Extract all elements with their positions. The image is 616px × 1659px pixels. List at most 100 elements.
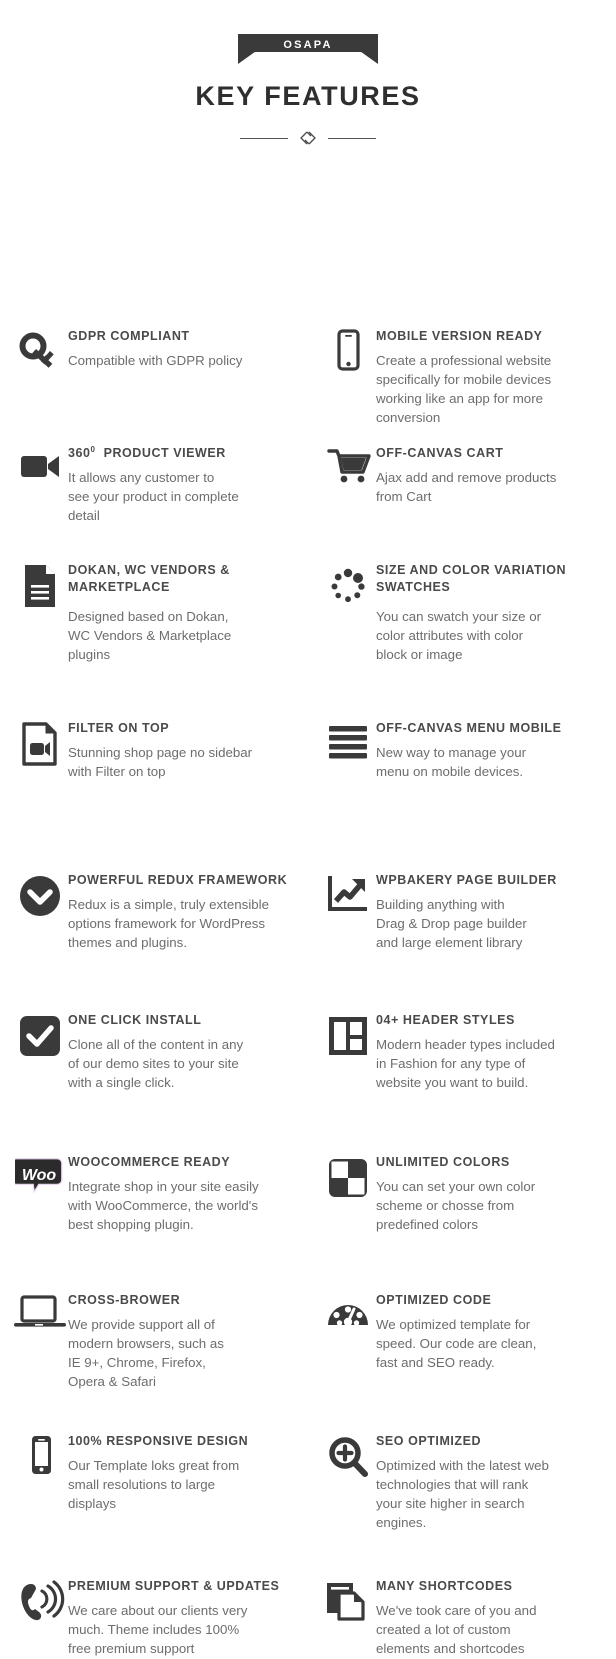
feature-description: It allows any customer to see your produ…	[68, 469, 239, 526]
desc-line: Our Template loks great from	[68, 1457, 240, 1473]
hamburger-menu-icon	[320, 719, 376, 782]
feature-title: ONE CLICK INSTALL	[68, 1013, 202, 1027]
svg-text:Woo: Woo	[22, 1167, 57, 1184]
desc-line: menu on mobile devices.	[376, 763, 524, 779]
laptop-icon	[12, 1291, 68, 1391]
feature-title: DOKAN, WC VENDORS & MARKETPLACE	[68, 563, 230, 594]
feature-description: We care about our clients very much. The…	[68, 1602, 279, 1659]
desc-line: Create a professional website	[376, 352, 552, 368]
document-lines-icon	[12, 561, 68, 664]
loading-dots-circle-icon	[320, 561, 376, 664]
feature-responsive-design: 100% RESPONSIVE DESIGN Our Template loks…	[12, 1432, 308, 1514]
feature-description: Building anything with Drag & Drop page …	[376, 896, 557, 953]
copy-documents-icon	[320, 1577, 376, 1659]
desc-line: options framework for WordPress	[68, 915, 266, 931]
desc-line: website you want to build.	[376, 1074, 529, 1090]
feature-many-shortcodes: MANY SHORTCODES We've took care of you a…	[320, 1577, 616, 1659]
desc-line: color attributes with color	[376, 627, 524, 643]
feature-body: FILTER ON TOP Stunning shop page no side…	[68, 719, 252, 782]
desc-line: Stunning shop page no sidebar	[68, 744, 253, 760]
desc-line: speed. Our code are clean,	[376, 1335, 537, 1351]
feature-body: SEO OPTIMIZED Optimized with the latest …	[376, 1432, 549, 1532]
desc-line: small resolutions to large	[68, 1476, 216, 1492]
checkerboard-icon	[320, 1153, 376, 1235]
feature-description: Compatible with GDPR policy	[68, 352, 242, 371]
desc-line: New way to manage your	[376, 744, 527, 760]
feature-woocommerce-ready: Woo WOOCOMMERCE READY Integrate shop in …	[12, 1153, 308, 1235]
desc-line: It allows any customer to	[68, 470, 215, 486]
brand-ribbon-wrap: OSAPA	[0, 34, 616, 64]
feature-description: Modern header types included in Fashion …	[376, 1036, 555, 1093]
feature-title: MANY SHORTCODES	[376, 1579, 513, 1593]
brand-ribbon: OSAPA	[238, 34, 378, 64]
feature-title: 100% RESPONSIVE DESIGN	[68, 1434, 249, 1448]
desc-line: created a lot of custom	[376, 1621, 511, 1637]
feature-body: DOKAN, WC VENDORS & MARKETPLACE Designed…	[68, 561, 298, 664]
feature-description: Designed based on Dokan, WC Vendors & Ma…	[68, 608, 298, 665]
desc-line: elements and shortcodes	[376, 1640, 525, 1656]
desc-line: technologies that will rank	[376, 1476, 529, 1492]
feature-description: New way to manage your menu on mobile de…	[376, 744, 561, 782]
feature-mobile-version-ready: MOBILE VERSION READY Create a profession…	[320, 327, 616, 427]
page-header: OSAPA KEY FEATURES	[0, 0, 616, 147]
desc-line: in Fashion for any type of	[376, 1055, 526, 1071]
feature-title: GDPR COMPLIANT	[68, 329, 190, 343]
desc-line: We've took care of you and	[376, 1602, 537, 1618]
feature-premium-support-updates: PREMIUM SUPPORT & UPDATES We care about …	[12, 1577, 308, 1659]
checkmark-square-icon	[12, 1011, 68, 1093]
feature-body: WOOCOMMERCE READY Integrate shop in your…	[68, 1153, 259, 1235]
desc-line: your site higher in search	[376, 1495, 525, 1511]
feature-description: We've took care of you and created a lot…	[376, 1602, 536, 1659]
feature-description: Redux is a simple, truly extensible opti…	[68, 896, 287, 953]
desc-line: detail	[68, 507, 100, 523]
feature-title: SEO OPTIMIZED	[376, 1434, 482, 1448]
desc-line: predefined colors	[376, 1216, 479, 1232]
feature-body: 100% RESPONSIVE DESIGN Our Template loks…	[68, 1432, 248, 1514]
feature-description: Our Template loks great from small resol…	[68, 1457, 248, 1514]
desc-line: block or image	[376, 646, 463, 662]
feature-description: Optimized with the latest web technologi…	[376, 1457, 549, 1533]
desc-line: with a single click.	[68, 1074, 175, 1090]
feature-description: We optimized template for speed. Our cod…	[376, 1316, 536, 1373]
growth-chart-icon	[320, 871, 376, 953]
desc-line: Drag & Drop page builder	[376, 915, 527, 931]
feature-size-and-color-variation-swatches: SIZE AND COLOR VARIATION SWATCHES You ca…	[320, 561, 616, 664]
feature-body: 04+ HEADER STYLES Modern header types in…	[376, 1011, 555, 1093]
key-icon	[12, 327, 68, 375]
double-diamond-ornament-icon	[297, 129, 319, 147]
feature-body: CROSS-BROWER We provide support all of m…	[68, 1291, 224, 1391]
mobile-phone-icon	[320, 327, 376, 427]
desc-line: themes and plugins.	[68, 934, 188, 950]
feature-title: CROSS-BROWER	[68, 1293, 181, 1307]
desc-line: plugins	[68, 646, 111, 662]
feature-title: SIZE AND COLOR VARIATION SWATCHES	[376, 563, 567, 594]
phone-ringing-icon	[12, 1577, 68, 1659]
desc-line: IE 9+, Chrome, Firefox,	[68, 1354, 206, 1370]
feature-body: SIZE AND COLOR VARIATION SWATCHES You ca…	[376, 561, 616, 664]
feature-title: OFF-CANVAS MENU MOBILE	[376, 721, 562, 735]
feature-filter-on-top: FILTER ON TOP Stunning shop page no side…	[12, 719, 308, 782]
feature-body: OFF-CANVAS CART Ajax add and remove prod…	[376, 444, 556, 507]
feature-title: FILTER ON TOP	[68, 721, 170, 735]
feature-description: Integrate shop in your site easily with …	[68, 1178, 259, 1235]
feature-title: UNLIMITED COLORS	[376, 1155, 510, 1169]
feature-header-styles: 04+ HEADER STYLES Modern header types in…	[320, 1011, 616, 1093]
feature-360-product-viewer: 3600 PRODUCT VIEWER It allows any custom…	[12, 444, 308, 526]
feature-title-superscript: 0	[90, 445, 96, 454]
feature-description: Stunning shop page no sidebar with Filte…	[68, 744, 252, 782]
desc-line: Clone all of the content in any	[68, 1036, 244, 1052]
feature-title: WPBAKERY PAGE BUILDER	[376, 873, 557, 887]
feature-description: You can set your own color scheme or cho…	[376, 1178, 535, 1235]
feature-title: 04+ HEADER STYLES	[376, 1013, 515, 1027]
feature-body: PREMIUM SUPPORT & UPDATES We care about …	[68, 1577, 279, 1659]
feature-body: POWERFUL REDUX FRAMEWORK Redux is a simp…	[68, 871, 287, 953]
feature-description: Create a professional website specifical…	[376, 352, 551, 428]
desc-line: Modern header types included	[376, 1036, 555, 1052]
desc-line: conversion	[376, 409, 441, 425]
feature-title: WOOCOMMERCE READY	[68, 1155, 231, 1169]
desc-line: Redux is a simple, truly extensible	[68, 896, 270, 912]
divider-rule-right	[328, 137, 376, 139]
feature-off-canvas-menu-mobile: OFF-CANVAS MENU MOBILE New way to manage…	[320, 719, 616, 782]
desc-line: scheme or chosse from	[376, 1197, 515, 1213]
desc-line: fast and SEO ready.	[376, 1354, 495, 1370]
